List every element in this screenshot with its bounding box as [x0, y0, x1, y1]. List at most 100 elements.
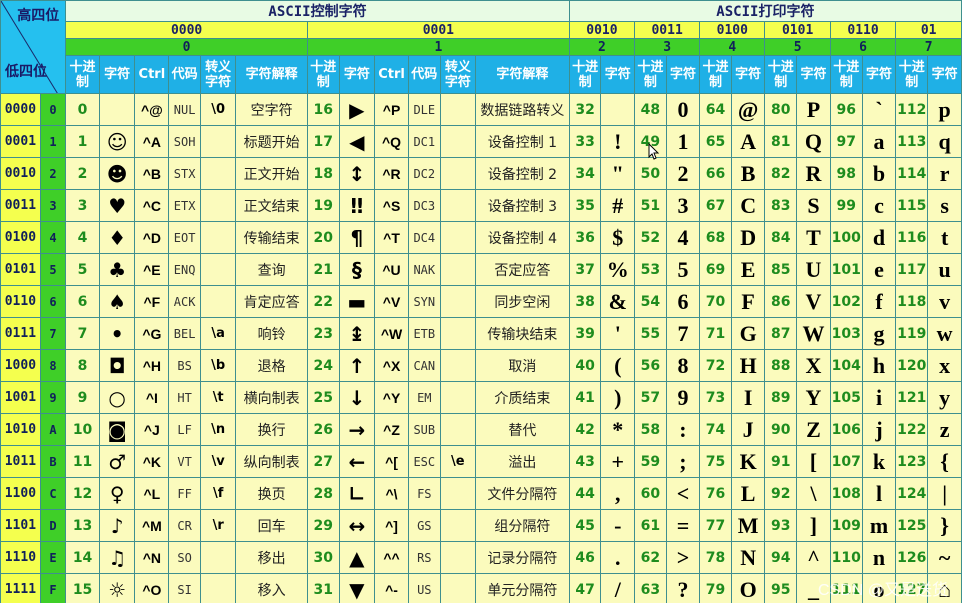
cell-decimal: 104: [829, 349, 863, 382]
cell-printable-char: <: [665, 477, 701, 510]
cell-code: STX: [168, 157, 201, 190]
cell-code: FS: [407, 477, 441, 510]
group-binary-0: 0000: [65, 21, 308, 39]
cell-control-glyph: ↔: [338, 509, 376, 542]
cell-printable-char: N: [730, 541, 766, 574]
cell-escape: \n: [199, 413, 237, 446]
cell-description: 空字符: [235, 93, 308, 126]
row-hex: 6: [39, 285, 67, 318]
cell-printable-char: c: [861, 189, 897, 222]
cell-decimal: 47: [568, 573, 602, 603]
cell-printable-char: ~: [927, 541, 962, 574]
cell-printable-char: (: [600, 349, 636, 382]
cell-control-glyph: ¶: [338, 221, 376, 254]
cell-printable-char: K: [730, 445, 766, 478]
cell-description: 组分隔符: [475, 509, 570, 542]
cell-decimal: 58: [634, 413, 667, 446]
cell-code: HT: [168, 381, 201, 414]
row-hex: 9: [39, 381, 67, 414]
cell-ctrl-key: ^A: [134, 125, 170, 158]
cell-decimal: 12: [65, 477, 100, 510]
cell-control-glyph: ☼: [98, 573, 136, 603]
cell-escape: [439, 349, 477, 382]
cell-ctrl-key: ^W: [374, 317, 409, 350]
group-hex-7: 7: [895, 38, 962, 56]
cell-printable-char: 4: [665, 221, 701, 254]
cell-escape: [199, 541, 237, 574]
cell-decimal: 120: [895, 349, 929, 382]
group-hex-4: 4: [699, 38, 766, 56]
cell-ctrl-key: ^M: [134, 509, 170, 542]
cell-decimal: 44: [568, 477, 602, 510]
cell-control-glyph: ∟: [338, 477, 376, 510]
cell-code: CR: [168, 509, 201, 542]
cell-code: CAN: [407, 349, 441, 382]
cell-printable-char: !: [600, 125, 636, 158]
cell-printable-char: ]: [796, 509, 831, 542]
cell-decimal: 65: [699, 125, 732, 158]
cell-ctrl-key: ^@: [134, 93, 170, 126]
cell-decimal: 72: [699, 349, 732, 382]
cell-decimal: 19: [306, 189, 340, 222]
cell-decimal: 84: [764, 221, 798, 254]
row-hex: 0: [39, 93, 67, 126]
cell-decimal: 35: [568, 189, 602, 222]
subheader-char-p1: 字符: [665, 55, 701, 94]
cell-description: 数据链路转义: [475, 93, 570, 126]
subheader-escape-0: 转义字符: [199, 55, 237, 94]
cell-code: DC3: [407, 189, 441, 222]
cell-decimal: 24: [306, 349, 340, 382]
cell-ctrl-key: ^S: [374, 189, 409, 222]
cell-decimal: 4: [65, 221, 100, 254]
cell-decimal: 41: [568, 381, 602, 414]
cell-escape: \r: [199, 509, 237, 542]
group-hex-2: 2: [568, 38, 636, 56]
cell-control-glyph: ▼: [338, 573, 376, 603]
subheader-ctrl-1: Ctrl: [374, 55, 409, 94]
cell-description: 设备控制 3: [475, 189, 570, 222]
cell-description: 肯定应答: [235, 285, 308, 318]
group-binary-5: 0101: [764, 21, 831, 39]
row-binary: 0001: [0, 125, 41, 158]
cell-escape: [439, 477, 477, 510]
cell-description: 标题开始: [235, 125, 308, 158]
cell-decimal: 36: [568, 221, 602, 254]
cell-decimal: 53: [634, 253, 667, 286]
cell-decimal: 50: [634, 157, 667, 190]
cell-control-glyph: ▬: [338, 285, 376, 318]
cell-code: DC1: [407, 125, 441, 158]
cell-decimal: 118: [895, 285, 929, 318]
cell-code: RS: [407, 541, 441, 574]
subheader-ctrl-0: Ctrl: [134, 55, 170, 94]
cell-printable-char: J: [730, 413, 766, 446]
cell-description: 介质结束: [475, 381, 570, 414]
cell-escape: [439, 189, 477, 222]
cell-control-glyph: ♦: [98, 221, 136, 254]
row-binary: 0110: [0, 285, 41, 318]
cell-decimal: 42: [568, 413, 602, 446]
cell-printable-char: l: [861, 477, 897, 510]
cell-printable-char: F: [730, 285, 766, 318]
subheader-char-0: 字符: [98, 55, 136, 94]
cell-code: FF: [168, 477, 201, 510]
cell-escape: [199, 189, 237, 222]
cell-printable-char: 3: [665, 189, 701, 222]
cell-description: 查询: [235, 253, 308, 286]
cell-decimal: 32: [568, 93, 602, 126]
cell-printable-char: z: [927, 413, 962, 446]
row-binary: 0011: [0, 189, 41, 222]
cell-decimal: 26: [306, 413, 340, 446]
row-binary: 0101: [0, 253, 41, 286]
cell-decimal: 39: [568, 317, 602, 350]
cell-code: SO: [168, 541, 201, 574]
cell-printable-char: h: [861, 349, 897, 382]
cell-decimal: 1: [65, 125, 100, 158]
group-hex-3: 3: [634, 38, 701, 56]
cell-control-glyph: ‼: [338, 189, 376, 222]
cell-printable-char: [: [796, 445, 831, 478]
row-hex: 3: [39, 189, 67, 222]
cell-decimal: 56: [634, 349, 667, 382]
cell-decimal: 23: [306, 317, 340, 350]
cell-decimal: 10: [65, 413, 100, 446]
cell-description: 否定应答: [475, 253, 570, 286]
